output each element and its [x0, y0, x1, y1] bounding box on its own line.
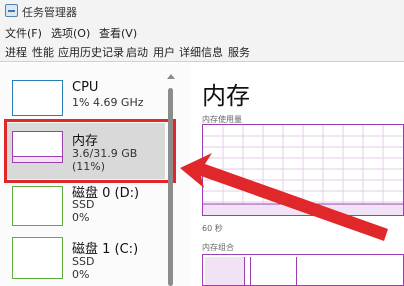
annotation-arrow [180, 153, 388, 241]
red-arrow-icon [180, 153, 388, 241]
